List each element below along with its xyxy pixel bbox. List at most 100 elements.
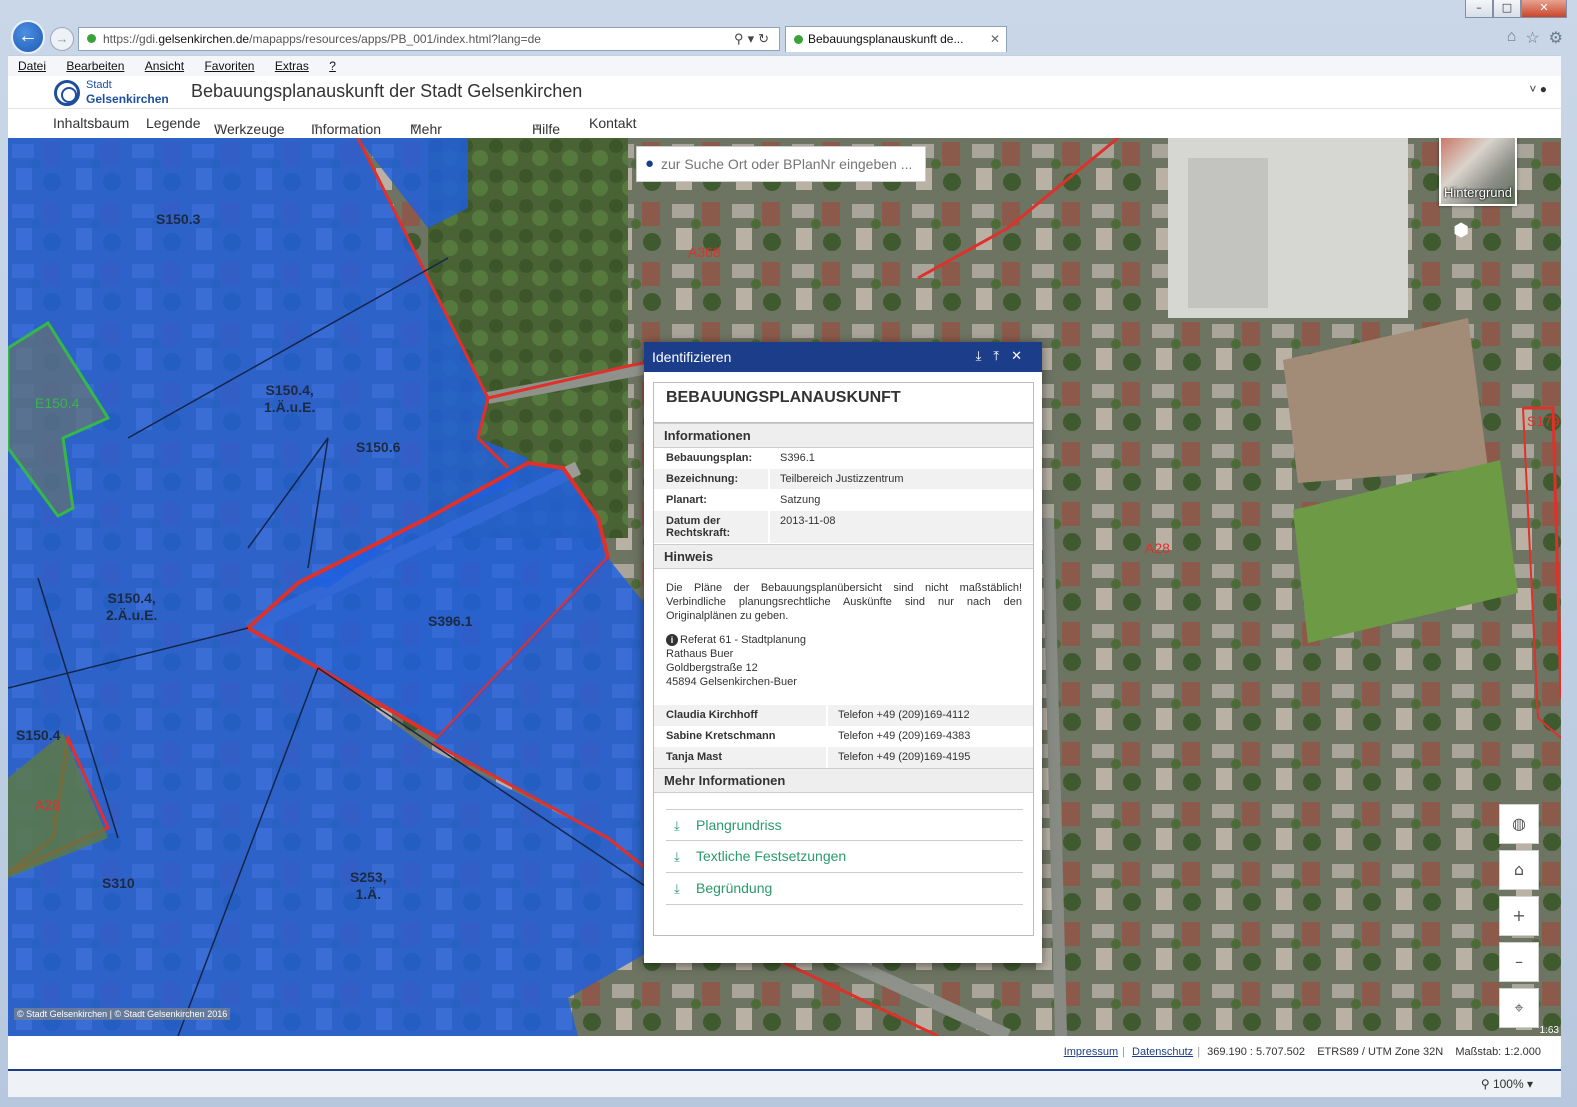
- link-label: Plangrundriss: [696, 817, 782, 833]
- main-navigation: Inhaltsbaum Legende Werkzeuge ▾ Informati…: [8, 108, 1561, 153]
- section-mehr-informationen: Mehr Informationen: [654, 768, 1033, 793]
- address-line4: 45894 Gelsenkirchen-Buer: [666, 676, 797, 688]
- tab-close-icon[interactable]: ✕: [990, 27, 1000, 51]
- contact-phone: Telefon +49 (209)169-4195: [826, 747, 1033, 768]
- forward-button[interactable]: →: [50, 27, 74, 51]
- logo-line1: Stadt: [86, 79, 112, 91]
- dock-down-icon[interactable]: ⤓: [976, 349, 994, 364]
- footer-info: Impressum | Datenschutz | 369.190 : 5.707.…: [1064, 1046, 1541, 1058]
- home-icon[interactable]: ⌂: [1507, 28, 1517, 48]
- zoom-icon: ⚲: [1480, 1077, 1493, 1091]
- address-tools[interactable]: ⚲▾↻: [734, 28, 773, 50]
- chevron-down-icon: ▾: [535, 121, 540, 131]
- contact-row: Claudia Kirchhoff Telefon +49 (209)169-41…: [654, 705, 1033, 726]
- address-line2: Rathaus Buer: [666, 648, 734, 660]
- map-view[interactable]: S150.3 S150.4, 1.Ä.u.E. S150.6 S150.4, 2…: [8, 138, 1561, 1036]
- location-search[interactable]: ●: [636, 146, 926, 182]
- coordinates: 369.190 : 5.707.502: [1207, 1046, 1305, 1058]
- back-button[interactable]: ←: [11, 20, 45, 54]
- plan-label-s253: S253, 1.Ä.: [350, 869, 387, 902]
- info-value: 2013-11-08: [768, 511, 1033, 543]
- hexagon-icon[interactable]: ⬢: [1453, 220, 1469, 241]
- identify-window-title: Identifizieren: [652, 349, 732, 365]
- menu-ansicht[interactable]: Ansicht: [135, 56, 191, 76]
- nav-inhaltsbaum[interactable]: Inhaltsbaum: [53, 115, 129, 131]
- impressum-link[interactable]: Impressum: [1064, 1046, 1118, 1058]
- plan-label-a28-left: A28: [35, 797, 60, 813]
- zoom-out-button[interactable]: –: [1499, 942, 1539, 982]
- info-row: Datum der Rechtskraft: 2013-11-08: [654, 511, 1033, 544]
- search-input[interactable]: [661, 156, 911, 172]
- zoom-level[interactable]: ⚲ 100% ▾: [1481, 1077, 1533, 1091]
- contact-name: Tanja Mast: [654, 747, 826, 768]
- user-menu-icon[interactable]: ˅ ●: [1529, 82, 1547, 96]
- plan-label-s179: S179: [1527, 413, 1560, 429]
- section-informationen: Informationen: [654, 423, 1033, 448]
- menu-favoriten[interactable]: Favoriten: [194, 56, 261, 76]
- minimize-button[interactable]: –: [1465, 0, 1493, 18]
- zoom-in-button[interactable]: +: [1499, 896, 1539, 936]
- contact-name: Sabine Kretschmann: [654, 726, 826, 747]
- plan-label-s310: S310: [102, 875, 135, 891]
- link-label: Textliche Festsetzungen: [696, 848, 847, 864]
- coordinate-system: ETRS89 / UTM Zone 32N: [1317, 1046, 1444, 1058]
- menu-datei[interactable]: Datei: [8, 56, 53, 76]
- globe-button[interactable]: ◍: [1499, 804, 1539, 844]
- chevron-down-icon: ▾: [314, 121, 319, 131]
- locate-button[interactable]: ⌖: [1499, 988, 1539, 1028]
- menu-extras[interactable]: Extras: [265, 56, 316, 76]
- plan-label-s150-4-1: S150.4, 1.Ä.u.E.: [264, 382, 316, 415]
- contact-row: Tanja Mast Telefon +49 (209)169-4195: [654, 747, 1033, 768]
- info-value: S396.1: [768, 448, 1033, 468]
- link-textliche-festsetzungen[interactable]: ⤓ Textliche Festsetzungen: [666, 841, 1023, 873]
- window-actions: ⤓⤒✕: [976, 342, 1034, 372]
- browser-window: – □ ✕ ← → https://gdi.gelsenkirchen.de/m…: [0, 0, 1577, 1107]
- app-title: Bebauungsplanauskunft der Stadt Gelsenki…: [191, 81, 583, 101]
- info-table: Bebauungsplan: S396.1 Bezeichnung: Teilber…: [654, 448, 1033, 544]
- info-value: Teilbereich Justizzentrum: [768, 469, 1033, 489]
- logo-line2: Gelsenkirchen: [86, 92, 169, 106]
- plan-label-s150-4-left: S150.4: [16, 727, 61, 743]
- settings-gear-icon[interactable]: ⚙: [1549, 28, 1563, 48]
- section-hinweis: Hinweis: [654, 544, 1033, 569]
- tab-favicon-icon: [794, 35, 803, 44]
- maximize-button[interactable]: □: [1493, 0, 1521, 18]
- secure-icon: [87, 34, 96, 43]
- separator: |: [1197, 1046, 1201, 1058]
- identify-content: BEBAUUNGSPLANAUSKUNFT Informationen Beba…: [653, 382, 1034, 936]
- favorites-star-icon[interactable]: ☆: [1525, 28, 1539, 48]
- window-controls: – □ ✕: [1465, 0, 1567, 20]
- info-row: Bebauungsplan: S396.1: [654, 448, 1033, 469]
- dock-up-icon[interactable]: ⤒: [993, 349, 1011, 364]
- basemap-label: Hintergrund: [1444, 185, 1512, 200]
- menu-bearbeiten[interactable]: Bearbeiten: [56, 56, 131, 76]
- link-label: Begründung: [696, 880, 773, 896]
- home-view-button[interactable]: ⌂: [1499, 850, 1539, 890]
- close-icon[interactable]: ✕: [1011, 349, 1034, 364]
- address-bar[interactable]: https://gdi.gelsenkirchen.de/mapapps/res…: [78, 27, 780, 51]
- contact-row: Sabine Kretschmann Telefon +49 (209)169-4…: [654, 726, 1033, 747]
- plan-label-a368: A368: [688, 244, 721, 260]
- browser-menubar: Datei Bearbeiten Ansicht Favoriten Extra…: [8, 55, 1561, 76]
- link-begruendung[interactable]: ⤓ Begründung: [666, 873, 1023, 905]
- city-logo[interactable]: Stadt Gelsenkirchen: [54, 79, 169, 106]
- link-plangrundriss[interactable]: ⤓ Plangrundriss: [666, 809, 1023, 841]
- address-line1: Referat 61 - Stadtplanung: [680, 634, 806, 646]
- nav-kontakt[interactable]: Kontakt: [589, 115, 636, 131]
- basemap-switcher-button[interactable]: Hintergrund: [1439, 138, 1517, 206]
- info-key: Bezeichnung:: [666, 473, 739, 485]
- info-key: Planart:: [666, 494, 707, 506]
- plan-label-s396-1: S396.1: [428, 613, 473, 629]
- info-row: Planart: Satzung: [654, 490, 1033, 511]
- info-icon: i: [666, 634, 678, 646]
- datenschutz-link[interactable]: Datenschutz: [1132, 1046, 1193, 1058]
- browser-tab[interactable]: Bebauungsplanauskunft de... ✕: [785, 26, 1007, 52]
- info-row: Bezeichnung: Teilbereich Justizzentrum: [654, 469, 1033, 490]
- browser-statusbar: ⚲ 100% ▾: [8, 1069, 1561, 1097]
- plan-label-a28-right: A28: [1145, 540, 1170, 556]
- identify-heading: BEBAUUNGSPLANAUSKUNFT: [654, 383, 1033, 423]
- nav-legende[interactable]: Legende: [146, 115, 201, 131]
- menu-help[interactable]: ?: [319, 56, 343, 76]
- identify-window-header[interactable]: Identifizieren ⤓⤒✕: [644, 342, 1042, 372]
- close-window-button[interactable]: ✕: [1521, 0, 1567, 18]
